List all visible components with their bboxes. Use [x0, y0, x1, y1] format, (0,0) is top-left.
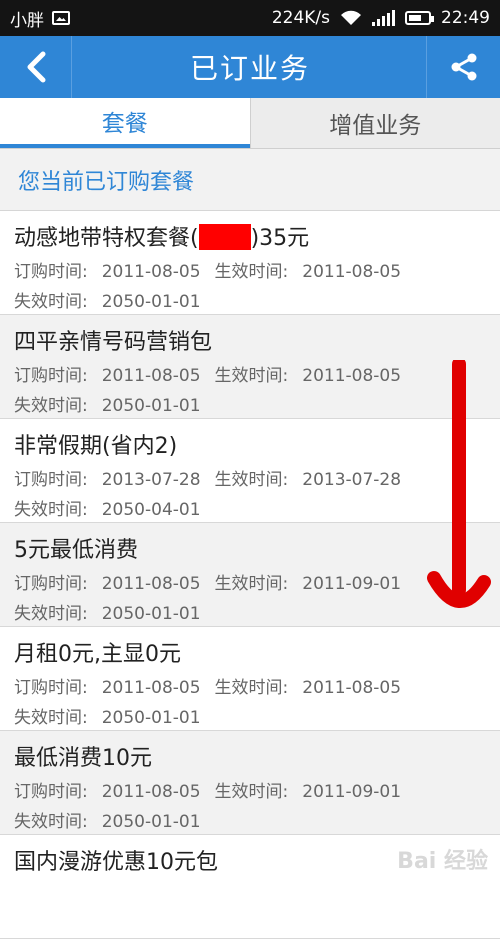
order-time: 订购时间:2011-08-05 [14, 262, 201, 282]
order-time: 订购时间:2011-08-05 [14, 366, 201, 386]
expire-time: 失效时间:2050-01-01 [14, 703, 486, 733]
effective-time: 生效时间:2011-08-05 [215, 262, 402, 282]
effective-time: 生效时间:2011-09-01 [215, 574, 402, 594]
effective-time: 生效时间:2011-09-01 [215, 782, 402, 802]
signal-icon [372, 10, 395, 26]
expire-time: 失效时间:2050-04-01 [14, 495, 486, 525]
list-item[interactable]: 动感地带特权套餐()35元 订购时间:2011-08-05 生效时间:2011-0… [0, 211, 500, 315]
effective-time: 生效时间:2011-08-05 [215, 366, 402, 386]
list-item[interactable]: 非常假期(省内2) 订购时间:2013-07-28 生效时间:2013-07-28… [0, 419, 500, 523]
order-time: 订购时间:2011-08-05 [14, 782, 201, 802]
redaction-mark [199, 224, 251, 250]
package-list: 动感地带特权套餐()35元 订购时间:2011-08-05 生效时间:2011-0… [0, 211, 500, 939]
package-name: 动感地带特权套餐()35元 [14, 221, 486, 257]
order-time: 订购时间:2013-07-28 [14, 470, 201, 490]
order-time: 订购时间:2011-08-05 [14, 678, 201, 698]
back-button[interactable] [0, 36, 72, 98]
tab-bar: 套餐 增值业务 [0, 98, 500, 149]
expire-time: 失效时间:2050-01-01 [14, 287, 486, 317]
package-name: 四平亲情号码营销包 [14, 325, 486, 361]
package-name: 5元最低消费 [14, 533, 486, 569]
package-name: 非常假期(省内2) [14, 429, 486, 465]
wifi-icon [340, 10, 362, 26]
effective-time: 生效时间:2013-07-28 [215, 470, 402, 490]
list-item[interactable]: 5元最低消费 订购时间:2011-08-05 生效时间:2011-09-01 失效… [0, 523, 500, 627]
package-name: 月租0元,主显0元 [14, 637, 486, 673]
share-icon [449, 52, 479, 82]
effective-time: 生效时间:2011-08-05 [215, 678, 402, 698]
status-bar: 小胖 224K/s 22:49 [0, 0, 500, 36]
page-title: 已订业务 [0, 47, 500, 87]
title-bar: 已订业务 [0, 36, 500, 98]
expire-time: 失效时间:2050-01-01 [14, 599, 486, 629]
clock: 22:49 [441, 8, 490, 28]
battery-icon [405, 11, 431, 25]
expire-time: 失效时间:2050-01-01 [14, 391, 486, 421]
tab-value-added[interactable]: 增值业务 [250, 98, 500, 148]
chevron-left-icon [24, 50, 48, 84]
list-item[interactable]: 月租0元,主显0元 订购时间:2011-08-05 生效时间:2011-08-05… [0, 627, 500, 731]
list-item[interactable]: 四平亲情号码营销包 订购时间:2011-08-05 生效时间:2011-08-05… [0, 315, 500, 419]
gallery-icon [52, 11, 70, 25]
share-button[interactable] [426, 36, 500, 98]
tab-package[interactable]: 套餐 [0, 98, 250, 148]
status-left-text: 小胖 [10, 6, 44, 31]
network-speed: 224K/s [272, 8, 330, 28]
section-title: 您当前已订购套餐 [0, 149, 500, 211]
order-time: 订购时间:2011-08-05 [14, 574, 201, 594]
watermark: Bai 经验 [397, 843, 488, 875]
package-name: 最低消费10元 [14, 741, 486, 777]
list-item[interactable]: 最低消费10元 订购时间:2011-08-05 生效时间:2011-09-01 失… [0, 731, 500, 835]
expire-time: 失效时间:2050-01-01 [14, 807, 486, 837]
